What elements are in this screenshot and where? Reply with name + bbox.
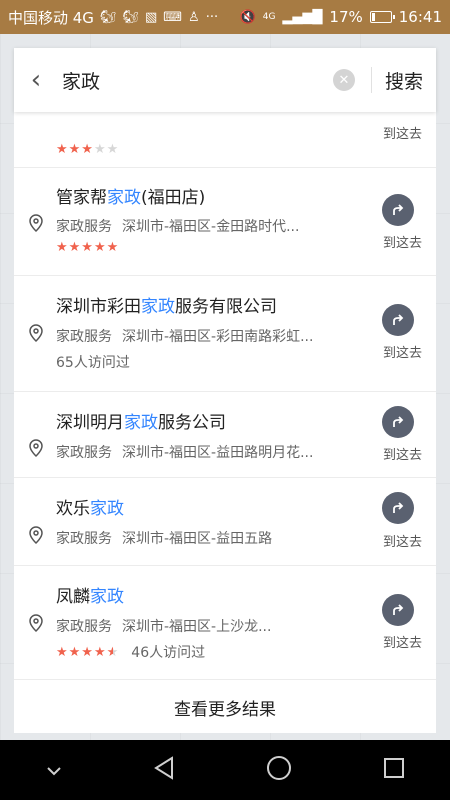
search-bar: ‹ ✕ 搜索	[14, 48, 436, 112]
system-nav-bar	[0, 740, 450, 800]
result-meta: 家政服务 深圳市-福田区-益田路明月花...	[56, 445, 314, 461]
squirrel-icon: 🐿	[122, 9, 139, 25]
route-icon	[393, 204, 404, 215]
list-item[interactable]: 欢乐家政 家政服务 深圳市-福田区-益田五路 到这去	[14, 478, 436, 566]
route-icon	[393, 604, 404, 615]
route-label[interactable]: 到这去	[383, 342, 422, 361]
search-button[interactable]: 搜索	[372, 67, 436, 94]
location-pin-icon	[29, 439, 43, 457]
signal-icon: ▂▄▆█	[282, 9, 323, 25]
result-title: 欢乐家政	[56, 499, 124, 519]
status-bar: 中国移动 4G 🐿 🐿 ▧ ⌨ ♙ ··· 🔇 4G ▂▄▆█ 17% 16:4…	[0, 0, 450, 34]
chevron-down-icon[interactable]	[46, 761, 62, 780]
route-button[interactable]	[382, 594, 414, 626]
visit-count: 46人访问过	[131, 645, 206, 661]
route-button[interactable]	[382, 406, 414, 438]
result-title: 深圳市彩田家政服务有限公司	[56, 297, 277, 317]
route-icon	[393, 416, 404, 427]
result-title: 凤麟家政	[56, 587, 124, 607]
star-rating: ★★★★★	[56, 142, 120, 157]
mute-icon: 🔇	[239, 9, 256, 25]
result-title: 管家帮家政(福田店)	[56, 188, 206, 208]
star-rating: ★★★★★	[56, 240, 120, 255]
result-meta: 家政服务 深圳市-福田区-益田五路	[56, 531, 273, 547]
rating-row: ★★★★★	[56, 142, 119, 157]
more-icon: ···	[205, 9, 219, 25]
star-rating: ★★★★★	[56, 644, 120, 660]
list-item[interactable]: ★★★★★ 到这去	[14, 112, 436, 168]
route-label[interactable]: 到这去	[383, 232, 422, 251]
route-label[interactable]: 到这去	[383, 632, 422, 651]
clear-input-icon[interactable]: ✕	[333, 69, 355, 91]
route-icon	[393, 502, 404, 513]
battery-icon	[369, 11, 395, 23]
more-results-button[interactable]: 查看更多结果	[14, 681, 436, 733]
recent-apps-icon[interactable]	[383, 757, 405, 783]
back-triangle-icon[interactable]	[153, 756, 175, 784]
result-meta: 家政服务 深圳市-福田区-彩田南路彩虹...	[56, 329, 314, 345]
route-label[interactable]: 到这去	[383, 123, 422, 142]
route-icon	[393, 314, 404, 325]
result-meta: 家政服务 深圳市-福田区-上沙龙...	[56, 619, 272, 635]
search-input[interactable]	[58, 69, 333, 91]
route-button[interactable]	[382, 492, 414, 524]
list-item[interactable]: 凤麟家政 家政服务 深圳市-福田区-上沙龙... ★★★★★ 46人访问过 到这去	[14, 566, 436, 680]
results-list: ★★★★★ 到这去 管家帮家政(福田店) 家政服务 深圳市-福田区-金田路时代..…	[14, 112, 436, 733]
broom-icon: ♙	[188, 9, 200, 25]
route-button[interactable]	[382, 304, 414, 336]
location-pin-icon	[29, 614, 43, 632]
list-item[interactable]: 管家帮家政(福田店) 家政服务 深圳市-福田区-金田路时代... ★★★★★ 到这…	[14, 168, 436, 276]
route-label[interactable]: 到这去	[383, 444, 422, 463]
location-pin-icon	[29, 324, 43, 342]
rating-row: ★★★★★	[56, 240, 119, 255]
rating-row: ★★★★★ 46人访问过	[56, 642, 205, 662]
list-item[interactable]: 深圳明月家政服务公司 家政服务 深圳市-福田区-益田路明月花... 到这去	[14, 392, 436, 478]
location-pin-icon	[29, 214, 43, 232]
squirrel-icon: 🐿	[99, 9, 117, 25]
home-circle-icon[interactable]	[266, 755, 292, 785]
image-icon: ▧	[144, 9, 158, 25]
visit-count: 65人访问过	[56, 355, 130, 371]
result-title: 深圳明月家政服务公司	[56, 413, 226, 433]
route-button[interactable]	[382, 194, 414, 226]
battery-percent: 17%	[329, 8, 363, 26]
list-item[interactable]: 深圳市彩田家政服务有限公司 家政服务 深圳市-福田区-彩田南路彩虹... 65人访…	[14, 276, 436, 392]
carrier-label: 中国移动 4G	[8, 8, 94, 27]
location-pin-icon	[29, 526, 43, 544]
route-label[interactable]: 到这去	[383, 531, 422, 550]
result-meta: 家政服务 深圳市-福田区-金田路时代...	[56, 219, 300, 235]
clock: 16:41	[398, 8, 442, 26]
back-arrow-icon[interactable]: ‹	[14, 48, 58, 112]
network-type-label: 4G	[262, 12, 276, 22]
keyboard-icon: ⌨	[163, 9, 183, 25]
